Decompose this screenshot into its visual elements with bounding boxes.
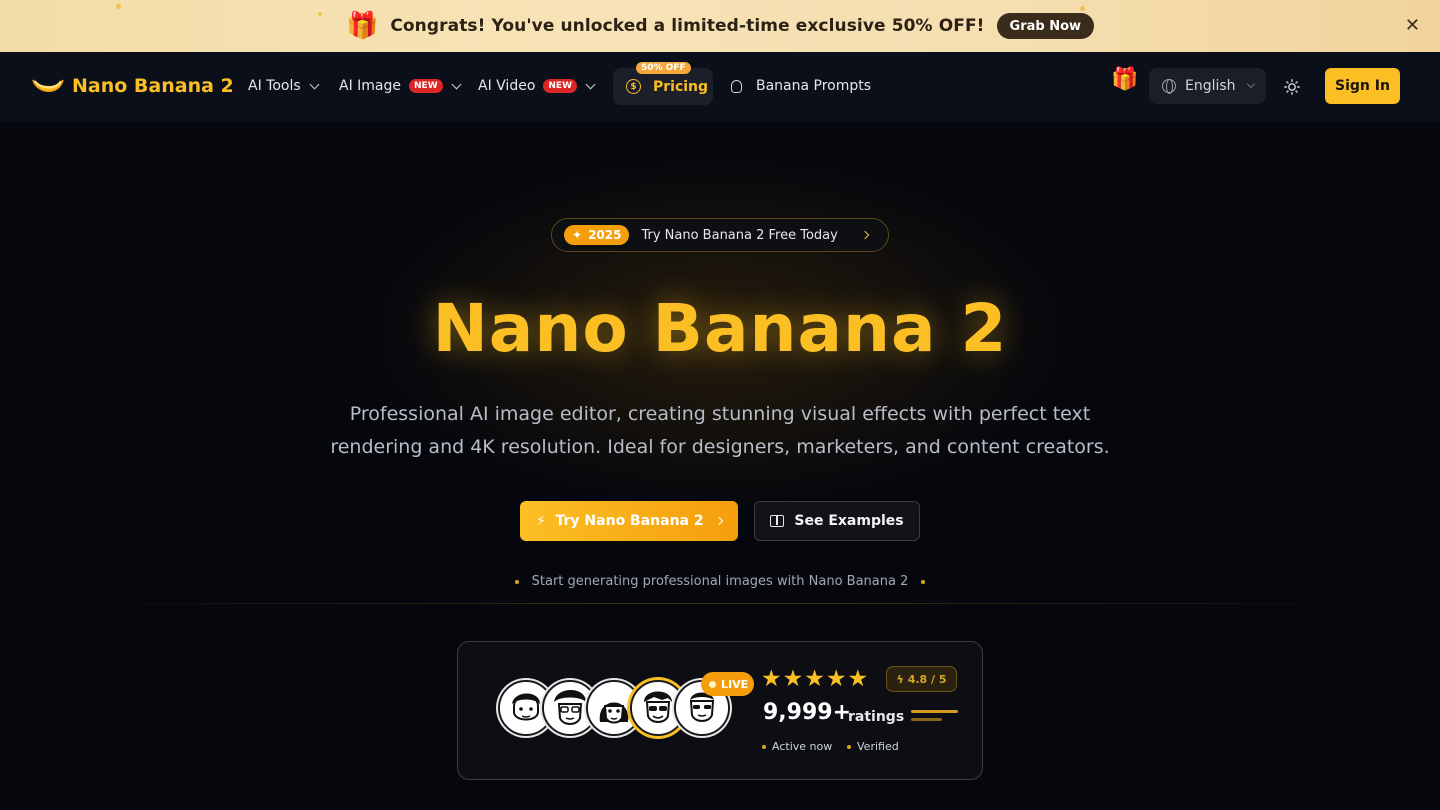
rating-score-badge: ϟ 4.8 / 5 (886, 666, 957, 692)
announcement-pill[interactable]: ✦ 2025 Try Nano Banana 2 Free Today (551, 218, 889, 252)
rating-bar (911, 710, 958, 713)
gift-icon: 🎁 (345, 11, 379, 41)
nav-item-label: Pricing (653, 78, 709, 95)
live-badge: LIVE (701, 672, 754, 696)
see-examples-button[interactable]: See Examples (754, 501, 920, 541)
theme-toggle-sun-icon[interactable] (1284, 79, 1300, 95)
nav-banana-prompts[interactable]: Banana Prompts (731, 78, 871, 94)
globe-icon (1162, 79, 1176, 94)
verified-label: Verified (857, 740, 899, 753)
nav-ai-video[interactable]: AI Video NEW (478, 78, 596, 94)
ratings-label: ratings (848, 709, 905, 725)
nav-ai-tools[interactable]: AI Tools (248, 78, 320, 94)
gift-icon[interactable]: 🎁 (1111, 67, 1138, 92)
chevron-down-icon (451, 79, 462, 89)
year-label: 2025 (588, 228, 622, 242)
dollar-coin-icon: $ (626, 79, 641, 94)
nav-ai-image[interactable]: AI Image NEW (339, 78, 462, 94)
lightning-icon: ⚡ (536, 513, 546, 529)
star-icon: ★ (847, 666, 869, 692)
star-icon: ★ (804, 666, 825, 692)
bullet-dot (515, 579, 520, 584)
brand-logo[interactable]: Nano Banana 2 (31, 74, 234, 98)
promo-banner: 🎁 Congrats! You've unlocked a limited-ti… (0, 0, 1440, 52)
page-title: Nano Banana 2 (432, 290, 1008, 367)
rating-score: 4.8 / 5 (907, 672, 947, 686)
start-generating-line: Start generating professional images wit… (0, 574, 1440, 589)
sparkle-decoration (1080, 6, 1085, 11)
year-badge: ✦ 2025 (564, 225, 630, 245)
close-icon[interactable]: ✕ (1405, 15, 1420, 36)
nav-item-label: AI Tools (248, 78, 301, 94)
start-generating-text: Start generating professional images wit… (531, 574, 909, 589)
lightbulb-icon (731, 79, 742, 93)
live-label: LIVE (721, 677, 749, 691)
book-open-icon (770, 515, 785, 527)
new-badge: NEW (409, 79, 443, 93)
brand-name: Nano Banana 2 (72, 75, 234, 97)
chevron-down-icon (309, 79, 320, 89)
sparkle-decoration (318, 12, 322, 16)
language-label: English (1185, 78, 1236, 94)
live-dot-icon (709, 680, 716, 688)
try-nano-banana-button[interactable]: ⚡ Try Nano Banana 2 (520, 501, 738, 541)
lightning-icon: ϟ (896, 672, 904, 686)
sign-in-button[interactable]: Sign In (1325, 68, 1400, 104)
nav-item-label: AI Video (478, 78, 536, 94)
language-selector[interactable]: English (1149, 68, 1266, 104)
bullet-dot (847, 744, 851, 749)
bullet-dot (920, 579, 925, 584)
verified-indicator: Verified (847, 740, 899, 753)
grab-now-button[interactable]: Grab Now (996, 13, 1095, 39)
chevron-right-icon (860, 230, 870, 240)
chevron-down-icon (1246, 79, 1255, 89)
active-now-label: Active now (772, 740, 833, 753)
nav-item-label: Banana Prompts (756, 78, 872, 94)
star-icon: ★ (825, 666, 847, 692)
new-badge: NEW (543, 79, 577, 93)
promo-text: Congrats! You've unlocked a limited-time… (390, 16, 985, 36)
section-divider (50, 603, 1390, 604)
chevron-down-icon (585, 79, 596, 89)
star-icon: ★ (761, 666, 782, 692)
sparkles-icon: ✦ (572, 228, 583, 242)
announcement-text: Try Nano Banana 2 Free Today (641, 227, 838, 243)
star-rating: ★ ★ ★ ★ ★ (761, 667, 869, 691)
ratings-count: 9,999+ (763, 700, 852, 725)
hero-subtitle: Professional AI image editor, creating s… (330, 403, 1110, 458)
nav-item-label: AI Image (339, 78, 402, 94)
bullet-dot (762, 744, 766, 749)
button-label: See Examples (794, 513, 904, 529)
banana-logo-icon (31, 74, 65, 98)
rating-bar (911, 718, 942, 721)
chevron-right-icon (714, 516, 723, 526)
button-label: Try Nano Banana 2 (555, 513, 704, 529)
sparkle-decoration (116, 4, 121, 9)
star-icon: ★ (782, 666, 804, 692)
discount-badge: 50% OFF (636, 62, 691, 74)
active-now-indicator: Active now (762, 740, 832, 753)
